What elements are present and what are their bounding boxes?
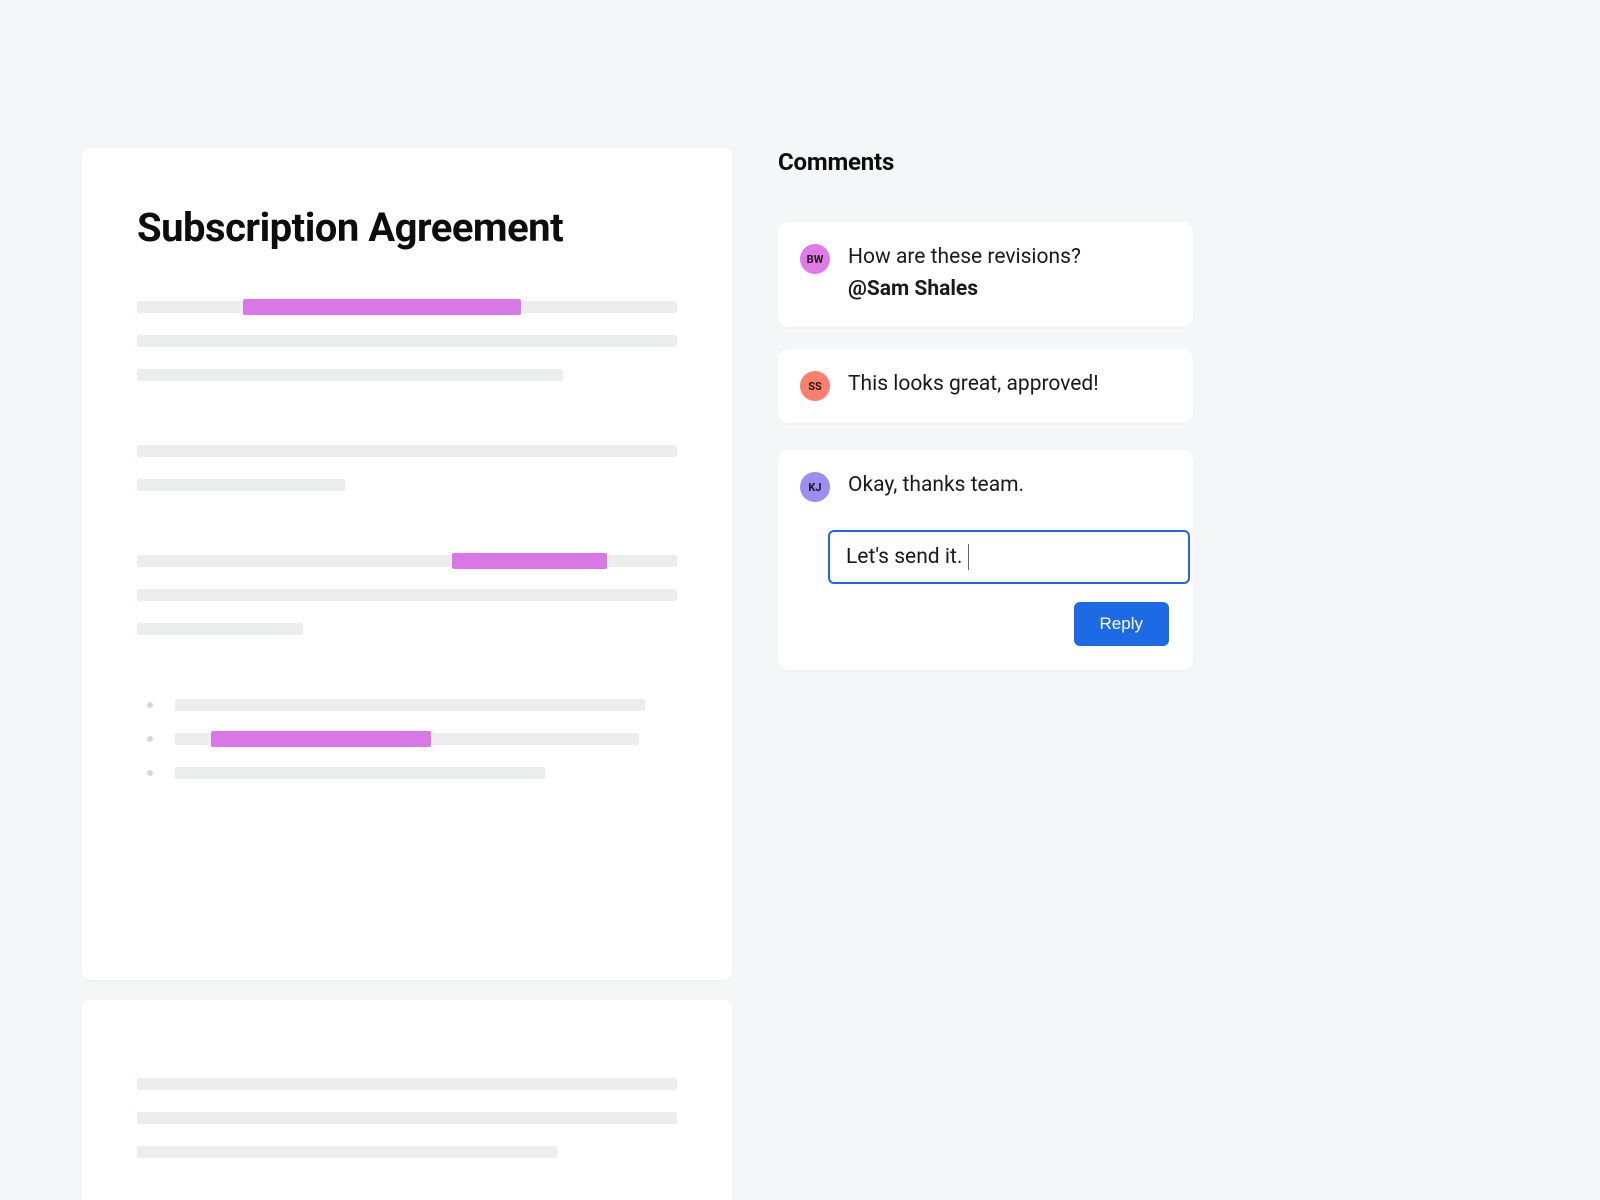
- avatar: BW: [800, 244, 830, 274]
- skeleton-line: [137, 555, 677, 567]
- text-cursor: [968, 544, 969, 570]
- reply-button[interactable]: Reply: [1074, 602, 1169, 646]
- reply-input-value: Let's send it.: [846, 545, 962, 569]
- document-card: Subscription Agreement: [82, 148, 732, 980]
- reply-input[interactable]: Let's send it.: [828, 530, 1190, 584]
- comment-text: This looks great, approved!: [848, 369, 1171, 401]
- skeleton-line: [137, 301, 677, 313]
- comment-card[interactable]: SS This looks great, approved!: [778, 349, 1193, 423]
- skeleton-bullet: [137, 767, 677, 779]
- comment-body: How are these revisions?: [848, 245, 1081, 269]
- skeleton-line: [137, 1078, 677, 1090]
- comment-body: This looks great, approved!: [848, 372, 1099, 396]
- skeleton-line: [137, 335, 677, 347]
- mention[interactable]: @Sam Shales: [848, 277, 978, 301]
- skeleton-bullet: [137, 733, 677, 745]
- canvas: Subscription Agreement: [0, 0, 1600, 1200]
- skeleton-line: [137, 445, 677, 457]
- skeleton-line: [137, 1112, 677, 1124]
- comment-card[interactable]: BW How are these revisions? @Sam Shales: [778, 222, 1193, 327]
- comment-text: How are these revisions? @Sam Shales: [848, 242, 1171, 305]
- skeleton-line: [137, 1146, 677, 1158]
- skeleton-bullet: [137, 699, 677, 711]
- document-card-next: [82, 1000, 732, 1200]
- skeleton-line: [137, 369, 677, 381]
- avatar: KJ: [800, 472, 830, 502]
- skeleton-line: [137, 623, 677, 635]
- comments-heading: Comments: [778, 148, 894, 176]
- skeleton-line: [137, 479, 677, 491]
- comment-body: Okay, thanks team.: [848, 473, 1024, 497]
- comment-text: Okay, thanks team.: [848, 470, 1171, 502]
- comment-card-active[interactable]: KJ Okay, thanks team. Let's send it. Rep…: [778, 450, 1193, 670]
- avatar: SS: [800, 371, 830, 401]
- document-title: Subscription Agreement: [137, 206, 677, 249]
- skeleton-line: [137, 589, 677, 601]
